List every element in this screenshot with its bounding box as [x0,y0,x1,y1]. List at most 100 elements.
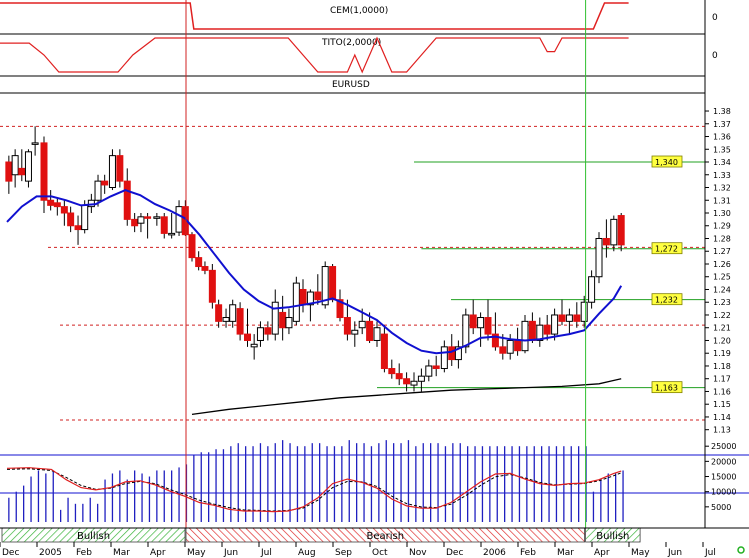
candle-body [94,180,102,201]
candle-body [47,199,55,206]
candle-body [469,314,477,329]
candle-body [250,343,258,348]
candle-body [380,333,388,370]
price-tick-label: 1.16 [713,387,731,396]
price-tick-label: 1.37 [713,120,731,129]
candle-body [175,206,183,233]
price-tick-label: 1.38 [713,107,731,116]
candle-body [573,314,581,322]
price-tick-label: 1.24 [713,285,731,294]
price-tick-label: 1.36 [713,133,731,142]
x-tick-label: May [187,548,206,558]
candle-body [236,308,244,335]
volume-tick-label: 20000 [711,457,736,466]
price-tick-label: 1.31 [713,196,731,205]
candle-body [271,301,279,335]
candle-body [279,311,287,329]
volume-tick-label: 5000 [711,503,731,512]
candle-body [11,155,19,176]
price-tick-label: 1.25 [713,273,731,282]
candle-body [506,339,514,354]
x-tick-label: Feb [520,548,536,558]
candle-body [448,346,456,361]
signal-bands: Bullish Bearish Bullish [1,527,641,543]
x-tick-label: Apr [150,548,166,558]
x-tick-label: Jul [260,548,272,558]
candle-body [499,346,507,354]
cem-title: CEM(1,0000) [330,6,388,16]
candle-body [462,314,470,348]
candle-body [81,204,89,231]
x-tick-label: Dec [2,548,19,558]
x-tick-label: Mar [113,548,130,558]
candle-body [60,206,68,214]
x-tick-label: Jun [667,548,682,558]
candle-body [366,320,374,341]
candle-body [292,282,300,322]
candle-body [610,218,618,246]
main-title: EURUSD [332,80,370,90]
x-tick-label: 2006 [483,548,506,558]
price-tag-label: 1,163 [655,384,678,393]
price-tick-label: 1.14 [713,413,731,422]
candle-body [285,317,293,329]
price-tick-label: 1.28 [713,234,731,243]
candle-body [617,215,625,246]
x-tick-label: Feb [76,548,92,558]
candle-body [131,218,139,227]
candle-body [329,266,337,301]
x-tick-label: Jul [704,548,716,558]
candle-body [195,257,203,268]
candle-body [31,142,39,145]
x-tick-label: Jun [223,548,238,558]
candle-body [388,368,396,375]
candle-body [116,155,124,182]
candle-body [343,317,351,335]
candle-body [425,365,433,377]
candle-body [67,212,75,227]
candle-body [153,216,161,219]
price-tick-label: 1.13 [713,426,731,435]
signal-band-label: Bullish [596,531,629,542]
candle-body [417,375,425,382]
price-tick-label: 1.23 [713,298,731,307]
candle-body [123,180,131,220]
candle-body [168,232,176,236]
price-tag-label: 1,272 [655,245,678,254]
candle-body [215,304,223,322]
price-tick-label: 1.35 [713,145,731,154]
candle-body [565,314,573,322]
price-tick-label: 1.30 [713,209,731,218]
tito-title: TITO(2,0000) [321,38,381,48]
price-tick-label: 1.20 [713,336,731,345]
candle-body [558,314,566,322]
candle-body [24,151,32,182]
eurusd-chart: CEM(1,0000) 0 TITO(2,0000) 0 EURUSD 1.38… [0,0,749,558]
candle-body [484,317,492,335]
candle-body [314,291,322,301]
candle-body [244,333,251,341]
candle-body [543,324,551,335]
candle-body [222,317,230,322]
x-tick-label: Apr [594,548,610,558]
candle-body [440,346,448,370]
candle-body [373,327,381,341]
signal-band-label: Bearish [367,531,405,542]
price-tick-label: 1.18 [713,362,731,371]
candle-body [528,320,536,341]
candle-body [256,327,264,341]
candle-body [551,314,559,335]
candle-body [395,373,403,380]
candle-body [602,237,610,246]
price-tick-label: 1.26 [713,260,731,269]
x-tick-label: Oct [372,548,388,558]
candle-body [208,269,216,303]
candle-body [299,288,307,306]
candle-body [101,180,109,186]
x-tick-label: 2005 [39,548,62,558]
candle-body [74,225,82,231]
candle-body [201,266,209,271]
volume-tick-label: 10000 [711,488,736,497]
candle-body [144,216,152,219]
candle-body [432,365,440,370]
